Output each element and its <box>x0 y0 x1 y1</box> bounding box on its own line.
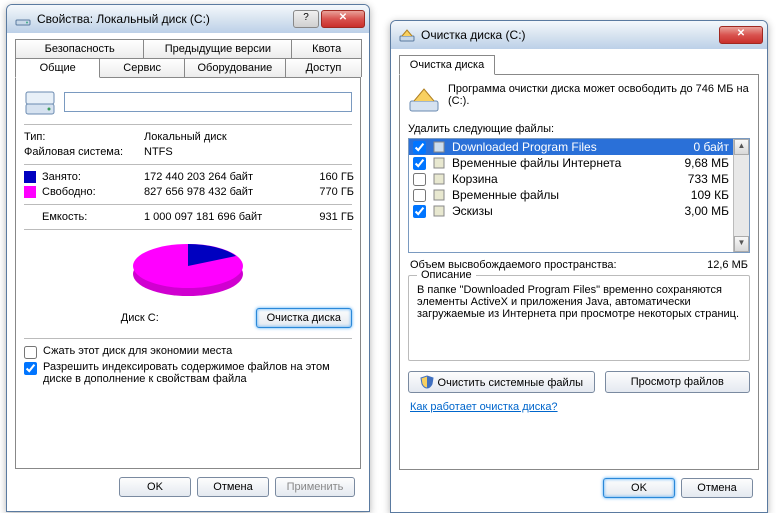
free-human: 770 ГБ <box>294 186 354 198</box>
file-checkbox[interactable] <box>413 189 426 202</box>
drive-icon-large <box>24 86 56 118</box>
type-label: Тип: <box>24 131 144 143</box>
list-label: Удалить следующие файлы: <box>408 123 750 135</box>
apply-button[interactable]: Применить <box>275 477 355 497</box>
file-list-row[interactable]: Временные файлы 109 КБ <box>409 187 733 203</box>
fs-label: Файловая система: <box>24 146 144 158</box>
description-group: Описание В папке "Downloaded Program Fil… <box>408 275 750 361</box>
ok-button[interactable]: OK <box>119 477 191 497</box>
used-bytes: 172 440 203 264 байт <box>144 171 294 183</box>
capacity-human: 931 ГБ <box>294 211 354 223</box>
file-icon <box>432 140 446 154</box>
titlebar-cleanup[interactable]: Очистка диска (C:) ✕ <box>391 21 767 49</box>
file-size: 109 КБ <box>669 188 729 202</box>
file-name: Временные файлы Интернета <box>452 156 663 170</box>
help-button[interactable]: ? <box>293 10 319 28</box>
file-checkbox[interactable] <box>413 205 426 218</box>
file-name: Корзина <box>452 172 663 186</box>
file-checkbox[interactable] <box>413 157 426 170</box>
tab-general[interactable]: Общие <box>15 58 100 78</box>
how-it-works-link[interactable]: Как работает очистка диска? <box>410 401 558 413</box>
file-name: Downloaded Program Files <box>452 140 663 154</box>
file-size: 733 МБ <box>669 172 729 186</box>
file-list-row[interactable]: Эскизы 3,00 МБ <box>409 203 733 219</box>
scroll-track[interactable] <box>734 155 749 236</box>
file-name: Эскизы <box>452 204 663 218</box>
used-swatch <box>24 171 36 183</box>
used-human: 160 ГБ <box>294 171 354 183</box>
type-value: Локальный диск <box>144 131 324 143</box>
file-size: 9,68 МБ <box>669 156 729 170</box>
tab-disk-cleanup[interactable]: Очистка диска <box>399 55 495 75</box>
description-legend: Описание <box>417 269 476 281</box>
description-text: В папке "Downloaded Program Files" време… <box>417 284 741 350</box>
capacity-label: Емкость: <box>24 211 144 223</box>
scroll-up-button[interactable]: ▲ <box>734 139 749 155</box>
volume-label-input[interactable] <box>64 92 352 112</box>
file-list[interactable]: Downloaded Program Files0 байтВременные … <box>408 138 750 253</box>
titlebar-properties[interactable]: Свойства: Локальный диск (C:) ? ✕ <box>7 5 369 33</box>
used-label: Занято: <box>24 171 144 183</box>
clean-system-files-button[interactable]: Очистить системные файлы <box>408 371 595 393</box>
file-size: 3,00 МБ <box>669 204 729 218</box>
tab-tools[interactable]: Сервис <box>99 58 184 77</box>
scroll-down-button[interactable]: ▼ <box>734 236 749 252</box>
chart-label: Диск C: <box>24 312 256 324</box>
close-button[interactable]: ✕ <box>719 26 763 44</box>
tab-hardware[interactable]: Оборудование <box>184 58 286 77</box>
shield-icon <box>420 375 434 389</box>
drive-icon <box>15 11 31 27</box>
file-checkbox[interactable] <box>413 141 426 154</box>
file-size: 0 байт <box>669 140 729 154</box>
window-title: Свойства: Локальный диск (C:) <box>37 12 293 26</box>
file-checkbox[interactable] <box>413 173 426 186</box>
freed-space-value: 12,6 МБ <box>707 259 748 271</box>
file-list-row[interactable]: Корзина 733 МБ <box>409 171 733 187</box>
free-swatch <box>24 186 36 198</box>
file-icon <box>432 188 446 202</box>
cleanup-icon-large <box>408 83 440 115</box>
compress-checkbox-row[interactable]: Сжать этот диск для экономии места <box>24 345 352 359</box>
tab-previous-versions[interactable]: Предыдущие версии <box>143 39 292 58</box>
file-list-row[interactable]: Downloaded Program Files 0 байт <box>409 139 733 155</box>
cleanup-icon <box>399 27 415 43</box>
capacity-bytes: 1 000 097 181 696 байт <box>144 211 294 223</box>
fs-value: NTFS <box>144 146 324 158</box>
index-checkbox-row[interactable]: Разрешить индексировать содержимое файло… <box>24 361 352 385</box>
file-icon <box>432 156 446 170</box>
file-name: Временные файлы <box>452 188 663 202</box>
index-checkbox[interactable] <box>24 362 37 375</box>
window-title: Очистка диска (C:) <box>421 28 719 42</box>
tab-security[interactable]: Безопасность <box>15 39 144 58</box>
disk-cleanup-button[interactable]: Очистка диска <box>256 308 352 328</box>
free-bytes: 827 656 978 432 байт <box>144 186 294 198</box>
ok-button[interactable]: OK <box>603 478 675 498</box>
compress-checkbox[interactable] <box>24 346 37 359</box>
view-files-button[interactable]: Просмотр файлов <box>605 371 750 393</box>
tab-quota[interactable]: Квота <box>291 39 362 58</box>
scrollbar[interactable]: ▲ ▼ <box>733 139 749 252</box>
tab-sharing[interactable]: Доступ <box>285 58 362 77</box>
file-list-row[interactable]: Временные файлы Интернета 9,68 МБ <box>409 155 733 171</box>
close-button[interactable]: ✕ <box>321 10 365 28</box>
file-icon <box>432 172 446 186</box>
cancel-button[interactable]: Отмена <box>681 478 753 498</box>
disk-usage-chart <box>118 236 258 306</box>
free-label: Свободно: <box>24 186 144 198</box>
intro-text: Программа очистки диска может освободить… <box>448 83 750 107</box>
file-icon <box>432 204 446 218</box>
cancel-button[interactable]: Отмена <box>197 477 269 497</box>
